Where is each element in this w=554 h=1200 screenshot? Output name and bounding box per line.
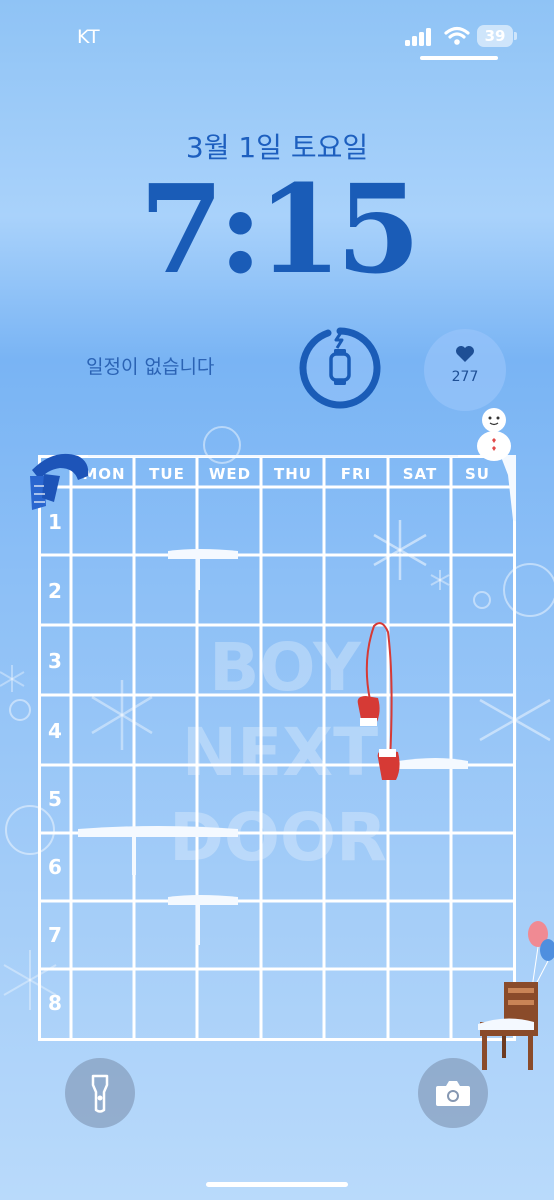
home-indicator[interactable]	[206, 1182, 348, 1187]
battery-cap	[514, 32, 517, 40]
timetable: MON TUE WED THU FRI SAT SUN 1 2 3 4 5 6 …	[38, 455, 516, 1041]
day-header-wed: WED	[208, 465, 252, 483]
period-label: 6	[48, 855, 62, 879]
cellular-signal-icon	[405, 28, 433, 46]
period-label: 2	[48, 579, 62, 603]
carrier-label: KT	[77, 26, 100, 48]
day-header-thu: THU	[274, 465, 312, 483]
period-label: 5	[48, 787, 62, 811]
day-header-sat: SAT	[402, 465, 438, 483]
flashlight-button[interactable]	[65, 1058, 135, 1128]
fitness-heart-widget[interactable]: 277	[424, 329, 506, 411]
lock-time: 7:15	[139, 157, 421, 301]
heart-icon	[456, 346, 474, 362]
timetable-grid	[38, 455, 516, 1041]
day-header-fri: FRI	[340, 465, 372, 483]
period-label: 8	[48, 991, 62, 1015]
chair-balloons-icon	[478, 921, 554, 1070]
battery-indicator: 39	[477, 25, 513, 47]
snowflake-icon	[0, 665, 25, 692]
mittens-icon	[357, 622, 400, 780]
scarf-icon	[30, 453, 89, 510]
day-header-sun: SUN	[465, 465, 491, 483]
snowman-icon	[477, 408, 511, 461]
period-label: 4	[48, 719, 62, 743]
heart-count: 277	[451, 369, 479, 385]
period-label: 7	[48, 923, 62, 947]
control-center-grabber[interactable]	[420, 56, 498, 60]
battery-level: 39	[484, 27, 506, 45]
camera-icon	[436, 1081, 470, 1106]
watch-charging-icon[interactable]	[298, 326, 382, 410]
period-label: 3	[48, 649, 62, 673]
wifi-icon	[444, 26, 470, 45]
calendar-widget-text[interactable]: 일정이 없습니다	[86, 352, 214, 379]
day-header-tue: TUE	[149, 465, 185, 483]
camera-button[interactable]	[418, 1058, 488, 1128]
flashlight-icon	[91, 1074, 109, 1113]
